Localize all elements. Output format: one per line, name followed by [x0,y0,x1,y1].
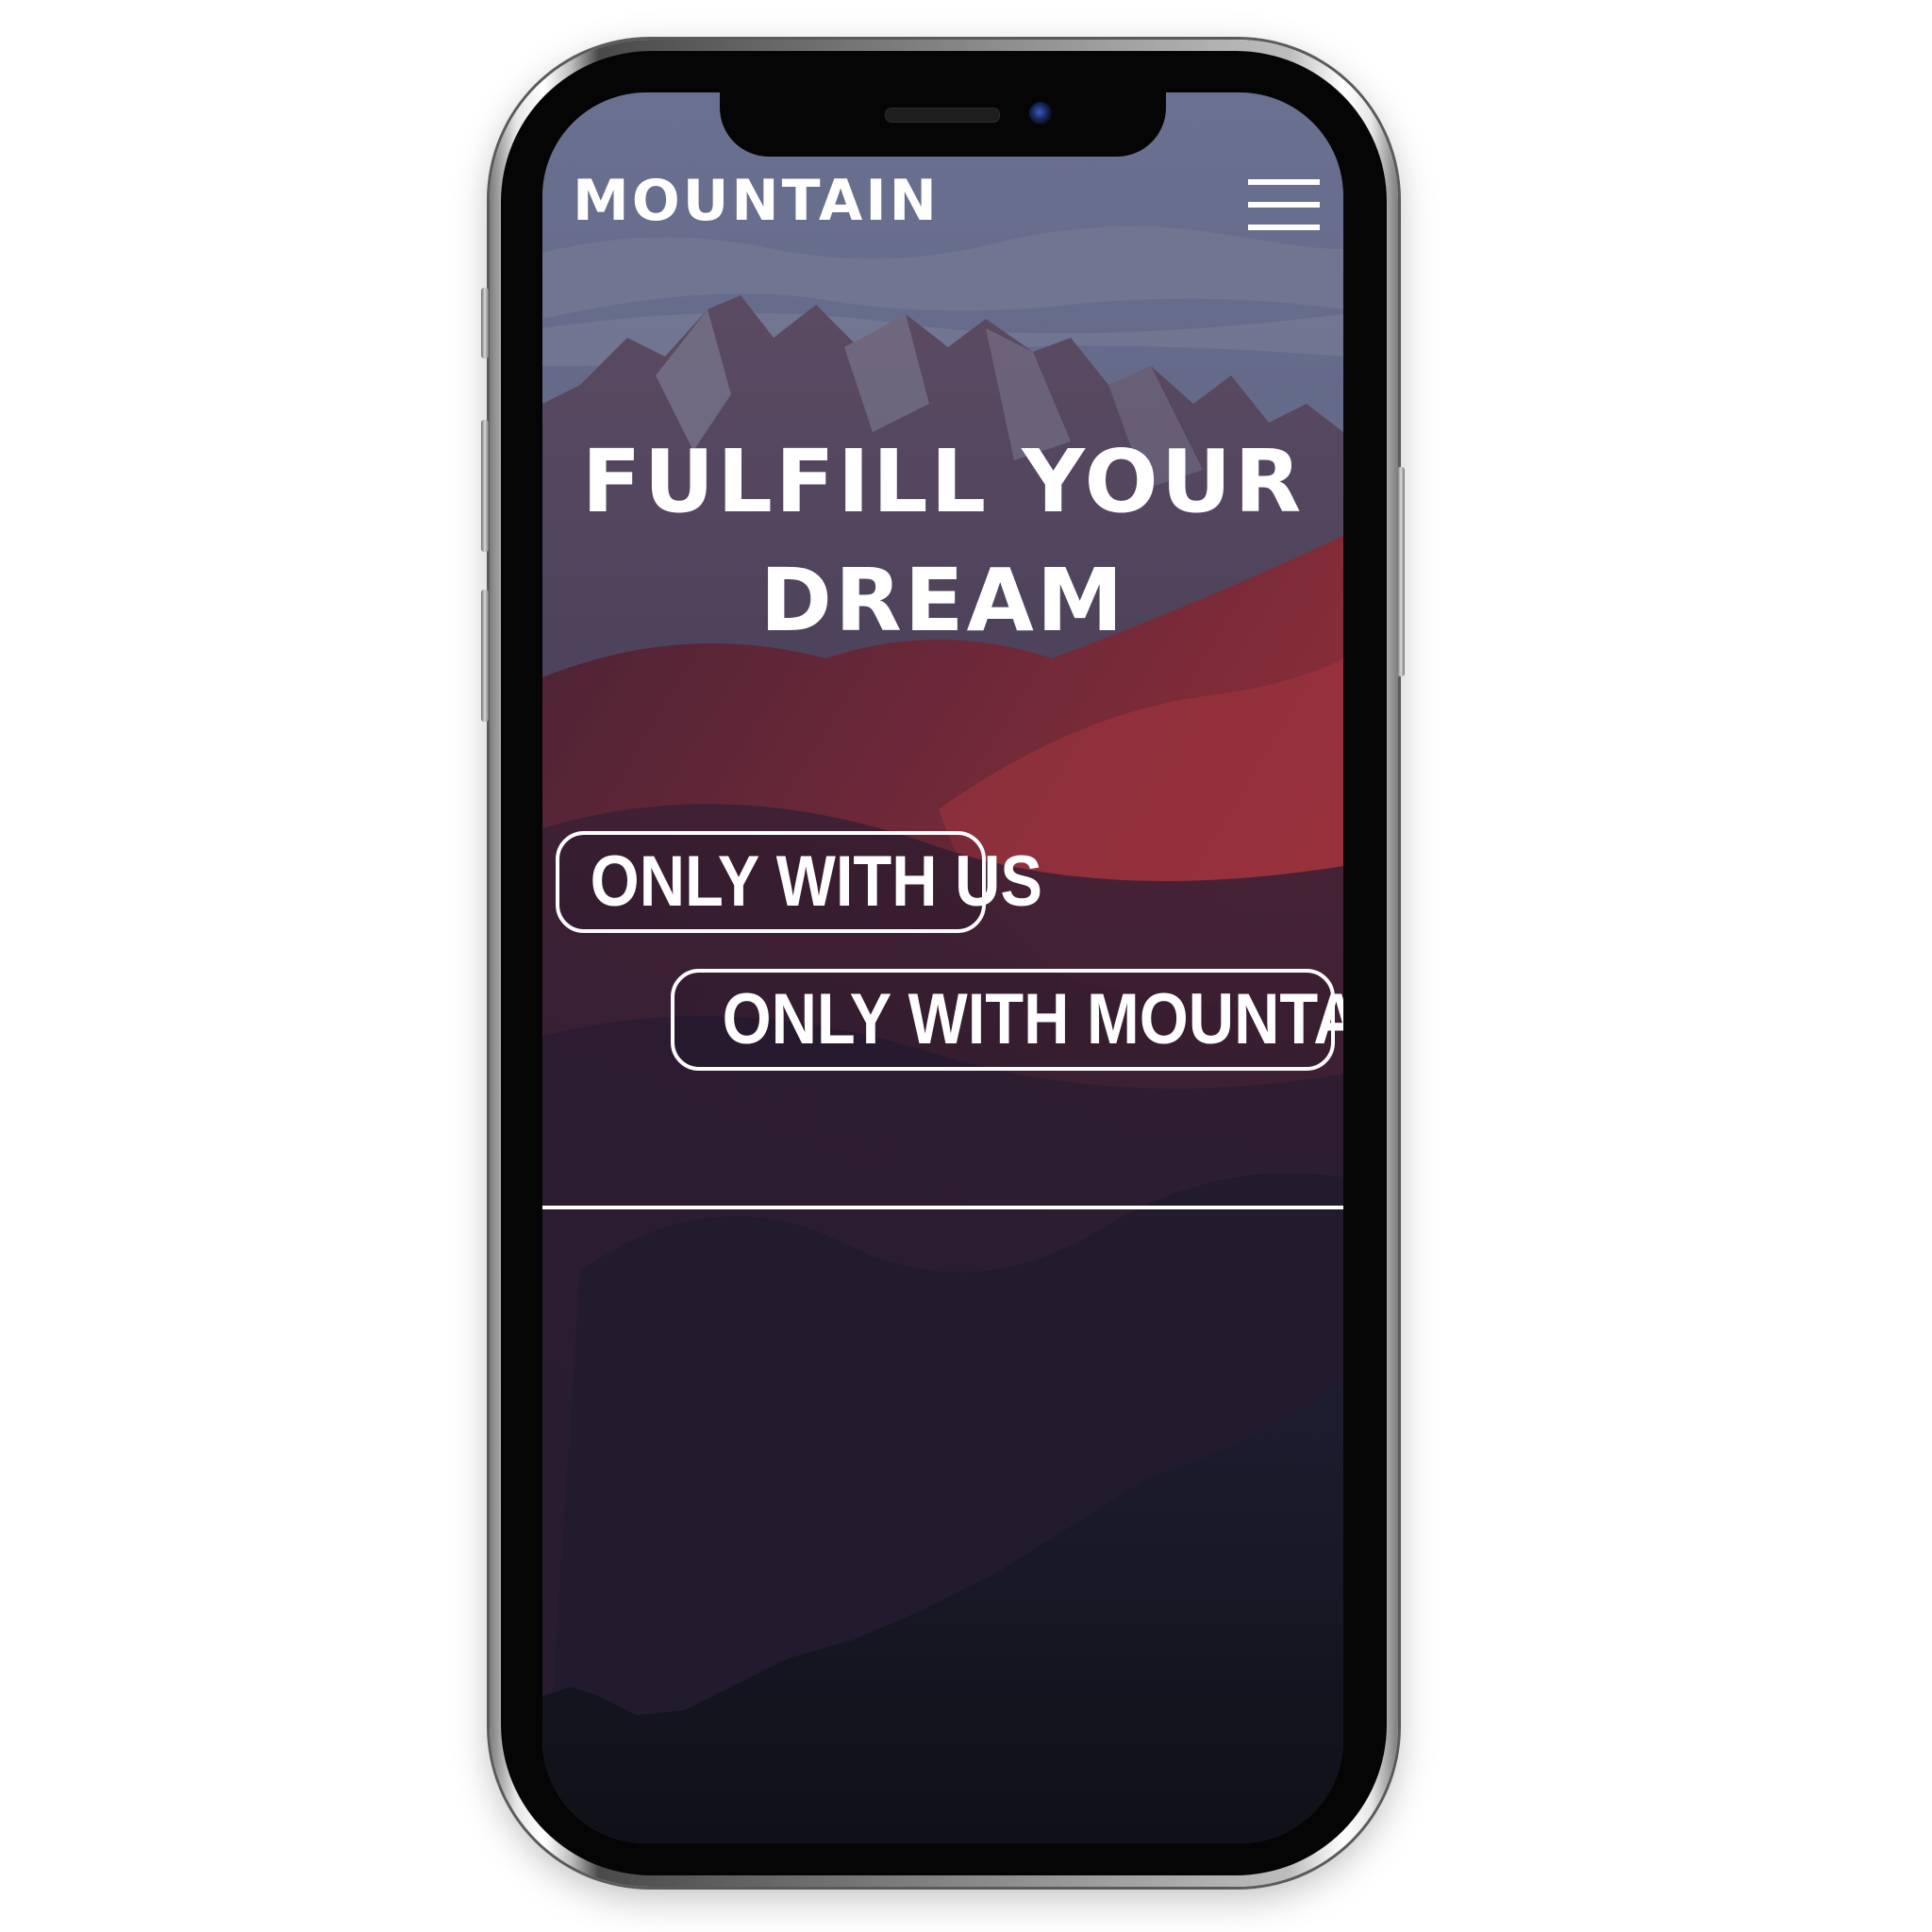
menu-icon-bar [1248,179,1320,185]
only-with-mountain-label: ONLY WITH MOUNTAIN [722,979,1343,1059]
hero-headline-line2: DREAM [759,550,1126,651]
earpiece-speaker [885,108,1000,123]
hamburger-menu-icon[interactable] [1248,179,1320,232]
mountain-background-image [542,92,1343,1843]
hero-headline: FULFILL YOUR DREAM [542,423,1343,660]
front-camera [1029,102,1052,125]
only-with-mountain-button[interactable]: ONLY WITH MOUNTAIN [671,969,1343,1071]
power-button [1397,467,1405,676]
menu-icon-bar [1248,225,1320,230]
brand-logo[interactable]: MOUNTAIN [573,168,940,234]
phone-screen: MOUNTAIN FULFILL YOUR DREAM ONLY WITH US… [542,92,1343,1843]
menu-icon-bar [1248,202,1320,208]
section-divider [542,1206,1343,1209]
volume-down-button [481,590,489,722]
hero-headline-line1: FULFILL YOUR [581,431,1305,532]
only-with-us-button[interactable]: ONLY WITH US [556,831,1042,933]
phone-notch [720,92,1166,157]
silent-switch [481,288,489,358]
volume-up-button [481,420,489,552]
only-with-us-label: ONLY WITH US [590,841,1043,922]
